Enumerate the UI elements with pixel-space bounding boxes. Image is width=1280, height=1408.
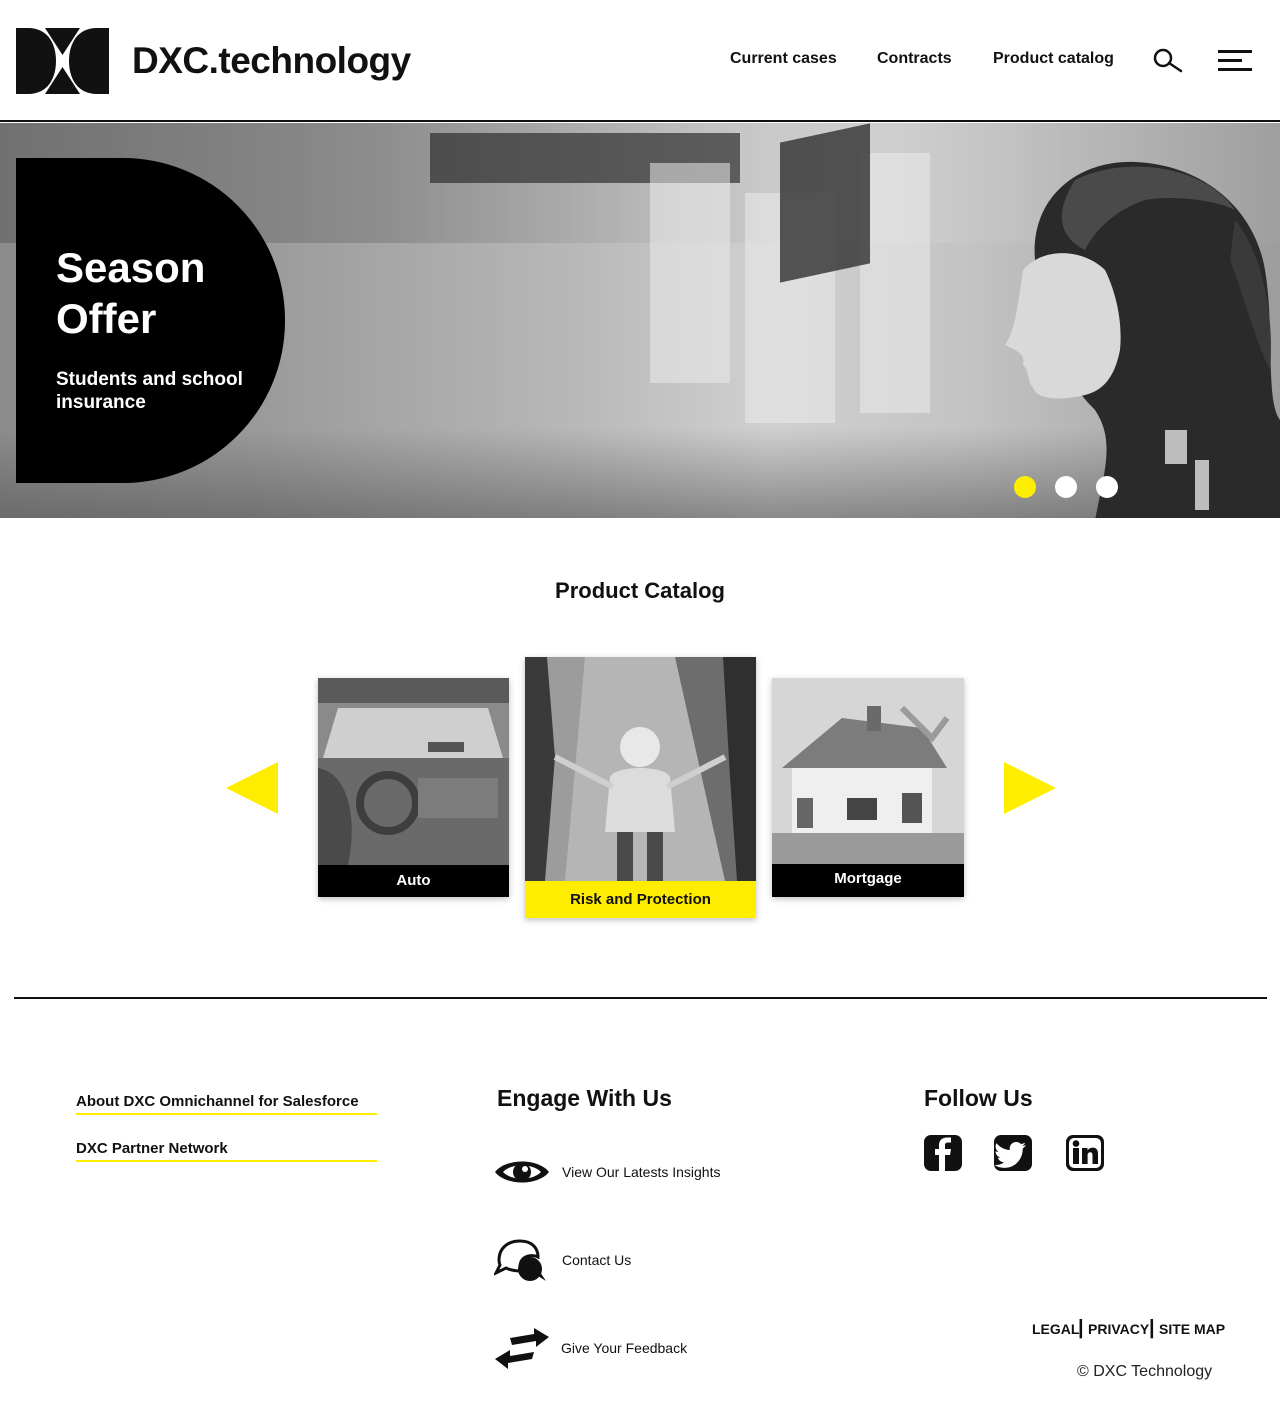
card-label-auto: Auto bbox=[318, 865, 509, 897]
catalog-card-risk-and-protection[interactable]: Risk and Protection bbox=[525, 657, 756, 918]
season-offer-subtitle: Students and school insurance bbox=[56, 369, 243, 413]
exchange-arrows-icon bbox=[495, 1328, 549, 1369]
eye-icon bbox=[495, 1161, 549, 1183]
nav-contracts[interactable]: Contracts bbox=[877, 50, 952, 68]
follow-heading: Follow Us bbox=[924, 1085, 1033, 1111]
legal-separator: | bbox=[1149, 1317, 1155, 1339]
slide-dot-3[interactable] bbox=[1096, 476, 1118, 498]
copyright: © DXC Technology bbox=[1077, 1363, 1213, 1380]
nav-product-catalog[interactable]: Product catalog bbox=[993, 50, 1114, 68]
footer-privacy-link[interactable]: PRIVACY bbox=[1088, 1321, 1149, 1337]
auto-image bbox=[318, 678, 509, 865]
catalog-card-mortgage[interactable]: Mortgage bbox=[772, 678, 964, 897]
card-label-risk-and-protection: Risk and Protection bbox=[525, 881, 756, 918]
footer-link-about[interactable]: About DXC Omnichannel for Salesforce bbox=[76, 1093, 377, 1115]
slide-dot-1[interactable] bbox=[1014, 476, 1036, 498]
engage-heading: Engage With Us bbox=[497, 1085, 672, 1111]
linkedin-icon[interactable] bbox=[1065, 1134, 1105, 1172]
engage-contact-link[interactable]: Contact Us bbox=[494, 1238, 794, 1282]
search-icon[interactable] bbox=[1153, 48, 1183, 74]
header-divider bbox=[0, 120, 1280, 122]
chat-icon bbox=[494, 1239, 546, 1281]
brand-name[interactable]: DXC.technology bbox=[132, 40, 411, 82]
engage-insights-link[interactable]: View Our Latests Insights bbox=[494, 1150, 794, 1194]
footer-sitemap-link[interactable]: SITE MAP bbox=[1159, 1321, 1225, 1337]
family-image bbox=[525, 657, 756, 881]
engage-feedback-label: Give Your Feedback bbox=[561, 1340, 688, 1356]
section-divider bbox=[14, 997, 1267, 999]
facebook-icon[interactable] bbox=[923, 1134, 963, 1172]
engage-feedback-link[interactable]: Give Your Feedback bbox=[494, 1326, 794, 1370]
catalog-title: Product Catalog bbox=[555, 578, 725, 603]
season-offer-title: Season Offer bbox=[56, 244, 206, 342]
slide-dot-2[interactable] bbox=[1055, 476, 1077, 498]
legal-separator: | bbox=[1078, 1317, 1084, 1339]
footer-link-partner-network[interactable]: DXC Partner Network bbox=[76, 1140, 377, 1162]
house-image bbox=[772, 678, 964, 864]
catalog-card-auto[interactable]: Auto bbox=[318, 678, 509, 897]
footer-legal-link[interactable]: LEGAL bbox=[1032, 1321, 1079, 1337]
twitter-icon[interactable] bbox=[993, 1134, 1033, 1172]
carousel-prev-icon[interactable] bbox=[226, 762, 278, 814]
nav-current-cases[interactable]: Current cases bbox=[730, 50, 837, 68]
dxc-logo-icon[interactable] bbox=[16, 28, 109, 94]
hamburger-menu-icon[interactable] bbox=[1218, 48, 1252, 74]
carousel-next-icon[interactable] bbox=[1004, 762, 1056, 814]
card-label-mortgage: Mortgage bbox=[772, 864, 964, 897]
site-header: DXC.technology Current cases Contracts P… bbox=[0, 0, 1280, 120]
engage-insights-label: View Our Latests Insights bbox=[562, 1164, 721, 1180]
hero-person-image bbox=[1005, 161, 1280, 518]
engage-contact-label: Contact Us bbox=[562, 1252, 632, 1268]
